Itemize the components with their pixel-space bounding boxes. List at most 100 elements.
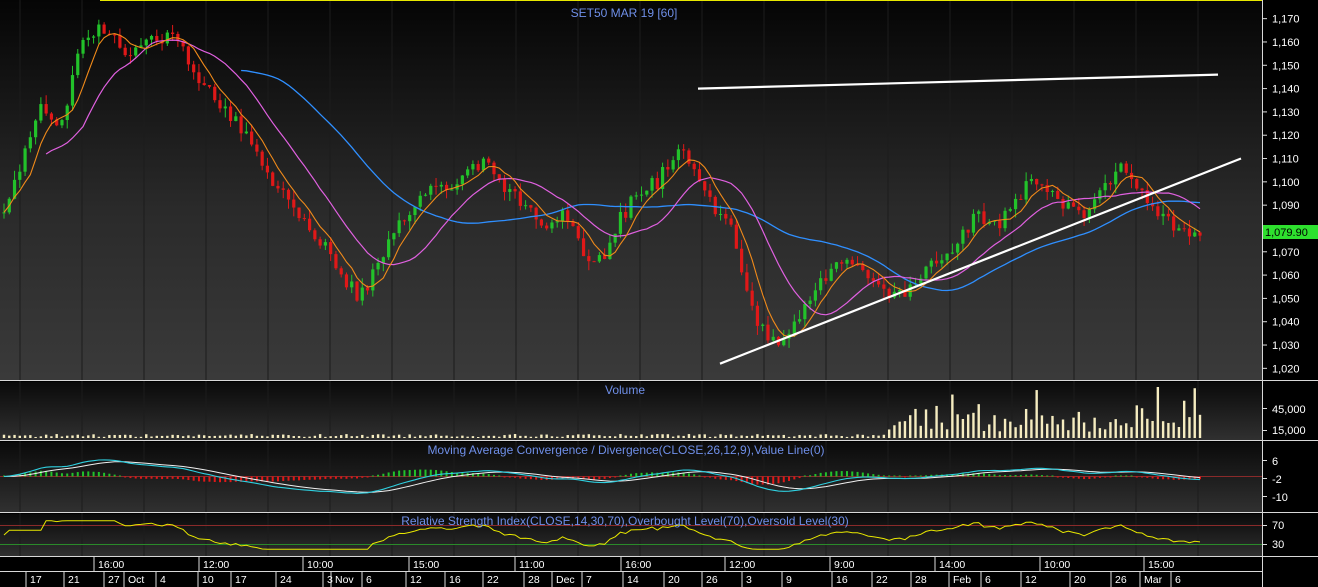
volume-bar <box>808 435 812 438</box>
macd-hist-bar <box>366 476 369 478</box>
macd-hist-bar <box>1009 475 1012 477</box>
volume-bar <box>1035 390 1038 438</box>
macd-hist-bar <box>1019 475 1022 477</box>
volume-bar <box>155 435 158 438</box>
macd-hist-bar <box>1072 476 1075 479</box>
volume-bar <box>735 436 738 438</box>
volume-bar <box>766 434 770 438</box>
candle <box>924 265 928 281</box>
macd-hist-bar <box>925 475 928 477</box>
volume-bar <box>339 435 343 438</box>
volume-bar <box>561 436 564 438</box>
time-label-lower: 10 <box>202 574 214 586</box>
macd-hist-bar <box>398 470 401 477</box>
volume-bar <box>503 435 506 438</box>
volume-bar <box>682 435 685 438</box>
time-label-lower: 24 <box>280 574 292 586</box>
volume-bar <box>856 434 859 438</box>
macd-hist-bar <box>1130 475 1133 477</box>
time-label-lower: 22 <box>487 574 499 586</box>
macd-hist-bar <box>276 476 279 482</box>
volume-bar <box>1088 431 1091 438</box>
volume-bar <box>872 435 875 438</box>
price-tick-label: 1,130 <box>1272 107 1300 119</box>
time-label-lower: 27 <box>108 574 120 586</box>
volume-bar <box>1135 405 1138 438</box>
volume-bar <box>1061 419 1065 438</box>
volume-bar <box>1161 421 1165 438</box>
macd-hist-bar <box>982 473 985 477</box>
volume-bar <box>1177 427 1181 438</box>
volume-bar <box>624 435 627 438</box>
volume-bar <box>171 434 174 438</box>
macd-hist-bar <box>1151 476 1154 479</box>
volume-bar <box>303 436 306 438</box>
volume-bar <box>1114 419 1117 438</box>
macd-hist-bar <box>824 472 827 477</box>
volume-bar <box>403 436 406 438</box>
volume-bar <box>424 436 427 438</box>
price-tick-label: 1,170 <box>1272 14 1300 26</box>
volume-bar <box>203 435 206 438</box>
macd-hist-bar <box>919 475 922 477</box>
volume-bar <box>719 434 722 438</box>
volume-bar <box>97 436 101 438</box>
macd-hist-bar <box>92 471 95 477</box>
macd-hist-bar <box>340 476 343 479</box>
volume-bar <box>1109 422 1112 438</box>
volume-bar <box>492 435 496 438</box>
volume-bar <box>1014 427 1017 438</box>
macd-hist-bar <box>182 476 185 480</box>
macd-hist-bar <box>213 476 216 482</box>
volume-bar <box>382 434 385 438</box>
macd-hist-bar <box>677 472 680 477</box>
candle <box>629 195 633 220</box>
volume-bar <box>2 434 6 438</box>
volume-bar <box>603 436 606 438</box>
macd-hist-bar <box>851 471 854 477</box>
volume-bar <box>529 436 533 438</box>
volume-bar <box>224 435 227 438</box>
macd-hist-bar <box>171 476 174 479</box>
macd-hist-bar <box>118 475 121 477</box>
volume-bar <box>1172 422 1175 438</box>
volume-bar <box>282 434 285 438</box>
volume-bar <box>666 434 670 438</box>
volume-bar <box>476 436 480 438</box>
volume-bar <box>18 435 22 438</box>
macd-hist-bar <box>819 472 822 477</box>
macd-hist-bar <box>97 471 100 477</box>
macd-hist-bar <box>740 476 743 483</box>
volume-bar <box>440 435 443 438</box>
macd-hist-bar <box>803 475 806 477</box>
macd-hist-bar <box>50 471 53 477</box>
volume-bar <box>482 435 485 438</box>
macd-hist-bar <box>129 476 132 479</box>
volume-bar <box>1082 422 1086 438</box>
rsi-tick-30: 30 <box>1272 539 1284 551</box>
volume-bar <box>123 434 127 438</box>
volume-bar <box>461 435 464 438</box>
time-label-lower: Nov <box>335 574 354 586</box>
volume-bar <box>260 435 264 438</box>
macd-hist-bar <box>882 475 885 477</box>
volume-bar <box>1198 414 1202 438</box>
volume-bar <box>924 409 928 438</box>
macd-hist-bar <box>888 475 891 477</box>
macd-hist-bar <box>1067 476 1070 479</box>
price-tick-label: 1,150 <box>1272 60 1300 72</box>
time-axis-upper: 16:00 12:00 10:00 15:00 11:00 16:00 12:00 9:00 1… <box>93 557 1174 571</box>
macd-hist-bar <box>176 476 179 479</box>
volume-bar <box>1119 425 1123 438</box>
volume-bar <box>129 434 132 438</box>
volume-bar <box>1093 417 1096 438</box>
volume-bar <box>134 436 137 438</box>
macd-hist-bar <box>319 476 322 480</box>
macd-hist-bar <box>524 476 527 479</box>
macd-hist-bar <box>313 476 316 480</box>
volume-bar <box>1040 415 1044 438</box>
volume-bar <box>1051 415 1054 438</box>
volume-bar <box>619 434 622 438</box>
macd-hist-bar <box>245 476 248 482</box>
volume-bar <box>308 436 311 438</box>
